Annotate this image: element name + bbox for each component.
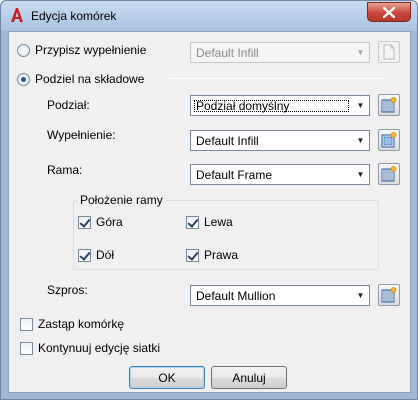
divide-label: Podziel na składowe: [35, 72, 145, 86]
frame-position-title: Położenie ramy: [77, 193, 166, 207]
continue-edit-label: Kontynuuj edycję siatki: [38, 341, 161, 355]
divide-separator: [169, 78, 385, 79]
frame-left-label: Lewa: [204, 215, 233, 229]
autocad-a-icon: [11, 8, 23, 22]
dialog-window: Edycja komórek Przypisz wypełnienie Defa…: [0, 0, 418, 400]
window-title: Edycja komórek: [31, 9, 117, 23]
replace-cell-label: Zastąp komórkę: [38, 317, 125, 331]
dialog-body: Przypisz wypełnienie Default Infill ▼ Po…: [8, 31, 411, 393]
frame-left-checkbox[interactable]: [186, 215, 199, 229]
assign-fill-option[interactable]: Przypisz wypełnienie: [17, 43, 146, 57]
new-style-icon: [381, 287, 397, 303]
cancel-button[interactable]: Anuluj: [211, 366, 287, 389]
frame-right-checkbox[interactable]: [186, 248, 199, 262]
continue-edit-option[interactable]: Kontynuuj edycję siatki: [20, 341, 160, 355]
continue-edit-checkbox[interactable]: [20, 341, 33, 355]
mullion-label: Szpros:: [47, 283, 88, 297]
new-style-icon: [381, 166, 397, 182]
new-style-icon: [381, 97, 397, 113]
mullion-combo[interactable]: Default Mullion ▼: [190, 285, 370, 306]
replace-cell-checkbox[interactable]: [20, 317, 33, 331]
frame-top-option[interactable]: Góra: [78, 215, 123, 229]
frame-bottom-label: Dół: [96, 248, 115, 262]
replace-cell-option[interactable]: Zastąp komórkę: [20, 317, 124, 331]
frame-top-checkbox[interactable]: [78, 215, 91, 229]
frame-top-label: Góra: [96, 215, 123, 229]
frame-combo[interactable]: Default Frame ▼: [190, 164, 370, 185]
assign-fill-combo-value: Default Infill: [196, 45, 259, 60]
division-combo[interactable]: Podział domyślny ▼: [190, 95, 370, 116]
frame-style-button[interactable]: [378, 163, 400, 185]
divide-option[interactable]: Podziel na składowe: [17, 72, 144, 86]
frame-bottom-option[interactable]: Dół: [78, 248, 114, 262]
infill-combo-value: Default Infill: [196, 133, 259, 148]
frame-right-label: Prawa: [204, 248, 239, 262]
assign-fill-label: Przypisz wypełnienie: [35, 43, 147, 57]
assign-fill-radio[interactable]: [17, 43, 30, 57]
close-button[interactable]: [367, 2, 411, 22]
frame-label: Rama:: [47, 163, 83, 177]
chevron-down-icon: ▼: [356, 48, 365, 57]
assign-fill-combo[interactable]: Default Infill ▼: [190, 42, 370, 63]
division-label: Podział:: [47, 98, 90, 112]
infill-label: Wypełnienie:: [47, 128, 116, 142]
infill-style-button[interactable]: [378, 129, 400, 151]
mullion-combo-value: Default Mullion: [196, 288, 276, 303]
chevron-down-icon: ▼: [356, 291, 365, 300]
chevron-down-icon: ▼: [356, 170, 365, 179]
frame-right-option[interactable]: Prawa: [186, 248, 238, 262]
mullion-style-button[interactable]: [378, 284, 400, 306]
divide-radio[interactable]: [17, 72, 30, 86]
document-icon: [383, 44, 395, 60]
frame-bottom-checkbox[interactable]: [78, 248, 91, 262]
division-style-button[interactable]: [378, 94, 400, 116]
frame-left-option[interactable]: Lewa: [186, 215, 233, 229]
chevron-down-icon: ▼: [356, 136, 365, 145]
assign-fill-style-button[interactable]: [378, 41, 400, 63]
title-bar[interactable]: Edycja komórek: [1, 1, 417, 31]
ok-button[interactable]: OK: [129, 366, 205, 389]
close-icon: [383, 6, 395, 18]
infill-combo[interactable]: Default Infill ▼: [190, 130, 370, 151]
division-combo-value: Podział domyślny: [193, 98, 350, 113]
style-manager-icon: [381, 132, 397, 148]
frame-combo-value: Default Frame: [196, 167, 273, 182]
chevron-down-icon: ▼: [356, 101, 365, 110]
